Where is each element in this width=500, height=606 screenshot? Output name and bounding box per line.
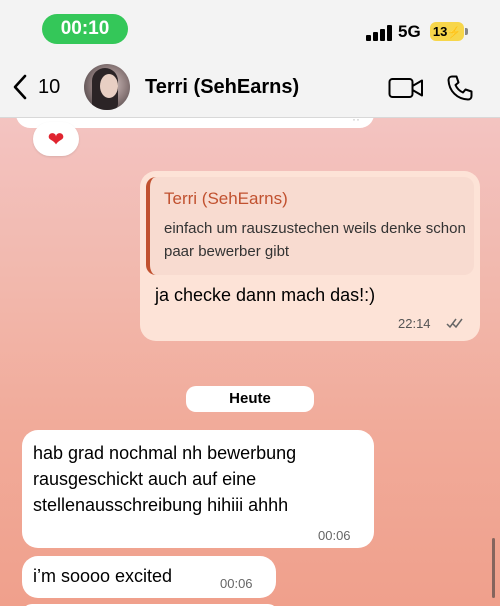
- back-button[interactable]: 10: [12, 72, 68, 102]
- heart-icon: ❤: [47, 128, 65, 151]
- cellular-signal-icon: [366, 25, 392, 41]
- avatar[interactable]: [84, 64, 130, 110]
- unread-count: 10: [38, 75, 61, 98]
- scrollbar[interactable]: [492, 538, 495, 598]
- incoming-message-bubble[interactable]: hab grad nochmal nh bewerbung rausgeschi…: [22, 430, 374, 548]
- phone-call-icon[interactable]: [446, 74, 474, 102]
- quote-author: Terri (SehEarns): [164, 189, 288, 208]
- network-type: 5G: [398, 22, 421, 41]
- quote-text: einfach um rauszustechen weils denke sch…: [164, 220, 466, 260]
- date-separator: Heute: [186, 386, 314, 412]
- contact-name[interactable]: Terri (SehEarns): [145, 76, 299, 99]
- chat-area[interactable]: ·· ❤ Terri (SehEarns) einfach um rauszus…: [0, 118, 500, 606]
- message-time: 00:06: [318, 528, 351, 543]
- chat-header: 10 Terri (SehEarns): [0, 54, 500, 118]
- battery-icon: 13⚡: [430, 22, 464, 41]
- status-time[interactable]: 00:10: [42, 14, 128, 44]
- battery-level: 13: [432, 24, 448, 39]
- message-text: hab grad nochmal nh bewerbung rausgeschi…: [33, 443, 297, 515]
- status-bar: 00:10 5G 13⚡: [0, 0, 500, 54]
- message-time: 22:14: [398, 316, 431, 331]
- charging-bolt-icon: ⚡: [447, 27, 462, 39]
- read-receipt-icon: [446, 318, 463, 329]
- outgoing-message-bubble[interactable]: Terri (SehEarns) einfach um rauszusteche…: [140, 171, 480, 341]
- quoted-reply[interactable]: Terri (SehEarns) einfach um rauszusteche…: [146, 177, 474, 275]
- video-call-icon[interactable]: [388, 76, 424, 100]
- heart-reaction[interactable]: ❤: [33, 122, 79, 156]
- message-text: i’m soooo excited: [33, 566, 173, 586]
- message-text: ja checke dann mach das!:): [155, 285, 376, 305]
- battery-tip: [465, 28, 468, 35]
- chevron-left-icon: [13, 74, 27, 100]
- message-time: 00:06: [220, 576, 253, 591]
- incoming-message-bubble[interactable]: i’m soooo excited 00:06: [22, 556, 276, 598]
